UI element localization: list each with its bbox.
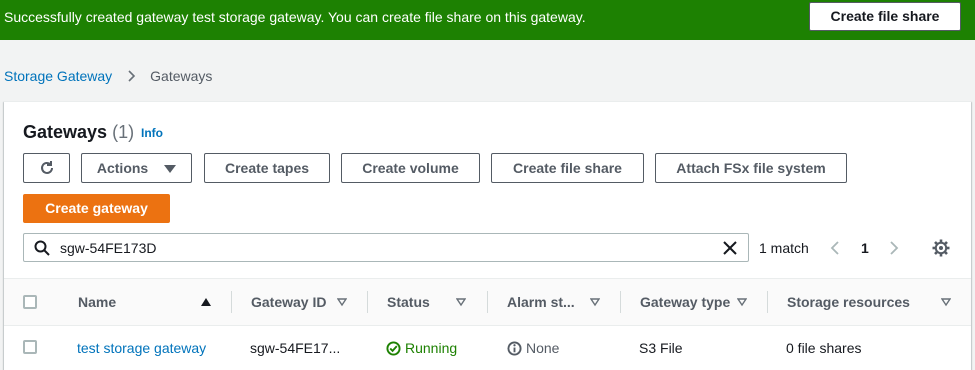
- gateway-id-cell: sgw-54FE17...: [250, 340, 341, 356]
- page-number[interactable]: 1: [861, 240, 869, 256]
- column-divider: [767, 291, 768, 313]
- chevron-right-icon[interactable]: [888, 241, 900, 255]
- table-header: Name Gateway ID Status Alarm st... Gatew…: [4, 278, 971, 326]
- column-header-name[interactable]: Name: [78, 279, 116, 325]
- actions-label: Actions: [96, 160, 149, 176]
- title-text: Gateways: [23, 122, 108, 142]
- alarm-state-cell: None: [507, 340, 559, 356]
- column-header-status[interactable]: Status: [387, 279, 430, 325]
- column-header-gateway-id[interactable]: Gateway ID: [251, 279, 326, 325]
- page-title: Gateways (1): [23, 122, 134, 143]
- flash-create-file-share-button[interactable]: Create file share: [809, 2, 961, 31]
- status-cell: Running: [386, 340, 457, 356]
- create-gateway-button[interactable]: Create gateway: [23, 194, 170, 223]
- gateway-name-link[interactable]: test storage gateway: [77, 340, 206, 356]
- create-file-share-button[interactable]: Create file share: [491, 153, 644, 183]
- check-circle-icon: [386, 341, 401, 356]
- status-text: Running: [405, 340, 458, 356]
- column-divider: [231, 291, 232, 313]
- column-header-storage-resources[interactable]: Storage resources: [787, 279, 910, 325]
- chevron-right-icon: [128, 70, 136, 82]
- column-header-alarm-state[interactable]: Alarm st...: [507, 279, 575, 325]
- actions-dropdown-button[interactable]: Actions: [81, 153, 192, 183]
- sort-icon[interactable]: [337, 297, 347, 307]
- close-icon[interactable]: [722, 240, 738, 256]
- search-icon: [34, 240, 50, 256]
- flash-message: Successfully created gateway test storag…: [4, 9, 586, 25]
- success-flash-banner: Successfully created gateway test storag…: [0, 0, 975, 40]
- create-volume-button[interactable]: Create volume: [341, 153, 480, 183]
- select-all-checkbox[interactable]: [23, 295, 37, 309]
- create-tapes-button[interactable]: Create tapes: [204, 153, 330, 183]
- sort-icon[interactable]: [590, 297, 600, 307]
- info-circle-icon: [507, 341, 522, 356]
- refresh-icon: [40, 161, 53, 174]
- search-input[interactable]: sgw-54FE173D: [23, 233, 749, 262]
- sort-ascending-icon[interactable]: [201, 297, 211, 307]
- gear-icon[interactable]: [932, 239, 950, 257]
- title-count: (1): [112, 122, 135, 142]
- column-divider: [367, 291, 368, 313]
- column-divider: [620, 291, 621, 313]
- search-value: sgw-54FE173D: [60, 240, 157, 256]
- breadcrumb: Storage Gateway Gateways: [4, 68, 212, 84]
- row-checkbox[interactable]: [23, 340, 37, 354]
- sort-icon[interactable]: [737, 297, 747, 307]
- gateway-type-cell: S3 File: [639, 340, 683, 356]
- alarm-state-text: None: [526, 340, 560, 356]
- breadcrumb-gateways: Gateways: [150, 68, 213, 84]
- refresh-button[interactable]: [23, 153, 70, 183]
- table-row[interactable]: test storage gateway sgw-54FE17... Runni…: [4, 326, 971, 370]
- gateways-panel: Gateways (1) Info Actions Create tapes C…: [4, 101, 971, 370]
- column-header-gateway-type[interactable]: Gateway type: [640, 279, 730, 325]
- sort-icon[interactable]: [456, 297, 466, 307]
- sort-icon[interactable]: [941, 297, 951, 307]
- attach-fsx-button[interactable]: Attach FSx file system: [655, 153, 847, 183]
- storage-resources-cell: 0 file shares: [786, 340, 862, 356]
- chevron-left-icon[interactable]: [829, 241, 841, 255]
- breadcrumb-storage-gateway[interactable]: Storage Gateway: [4, 68, 112, 84]
- match-count: 1 match: [759, 240, 809, 256]
- column-divider: [487, 291, 488, 313]
- info-link[interactable]: Info: [141, 126, 163, 140]
- caret-down-icon: [164, 165, 177, 173]
